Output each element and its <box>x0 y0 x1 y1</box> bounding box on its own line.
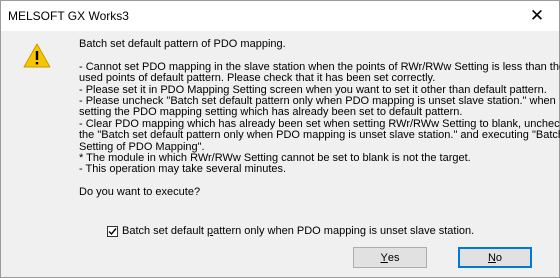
no-button[interactable]: No <box>458 247 532 268</box>
close-icon: ✕ <box>529 6 545 26</box>
yes-mnemonic: Y <box>380 251 388 264</box>
close-button[interactable]: ✕ <box>515 1 559 31</box>
checkbox-box[interactable] <box>107 225 118 237</box>
message-line: used points of default pattern. Please c… <box>79 72 436 85</box>
title-bar: MELSOFT GX Works3 ✕ <box>1 1 559 31</box>
message-line: the "Batch set default pattern only when… <box>79 129 560 142</box>
checkmark-icon <box>108 227 117 235</box>
message-dialog: MELSOFT GX Works3 ✕ Batch set default pa… <box>0 0 560 278</box>
window-title: MELSOFT GX Works3 <box>8 9 129 23</box>
warning-icon <box>23 43 51 68</box>
batch-default-checkbox[interactable]: Batch set default pattern only when PDO … <box>107 225 474 237</box>
no-mnemonic: N <box>487 251 496 264</box>
message-line: - This operation may take several minute… <box>79 163 287 176</box>
checkbox-label: Batch set default pattern only when PDO … <box>122 225 475 237</box>
message-heading: Batch set default pattern of PDO mapping… <box>79 38 286 50</box>
yes-button[interactable]: Yes <box>353 247 427 268</box>
yes-label: es <box>387 251 400 264</box>
confirm-question: Do you want to execute? <box>79 186 201 199</box>
message-body: Batch set default pattern of PDO mapping… <box>79 38 560 199</box>
no-label: o <box>495 251 503 264</box>
